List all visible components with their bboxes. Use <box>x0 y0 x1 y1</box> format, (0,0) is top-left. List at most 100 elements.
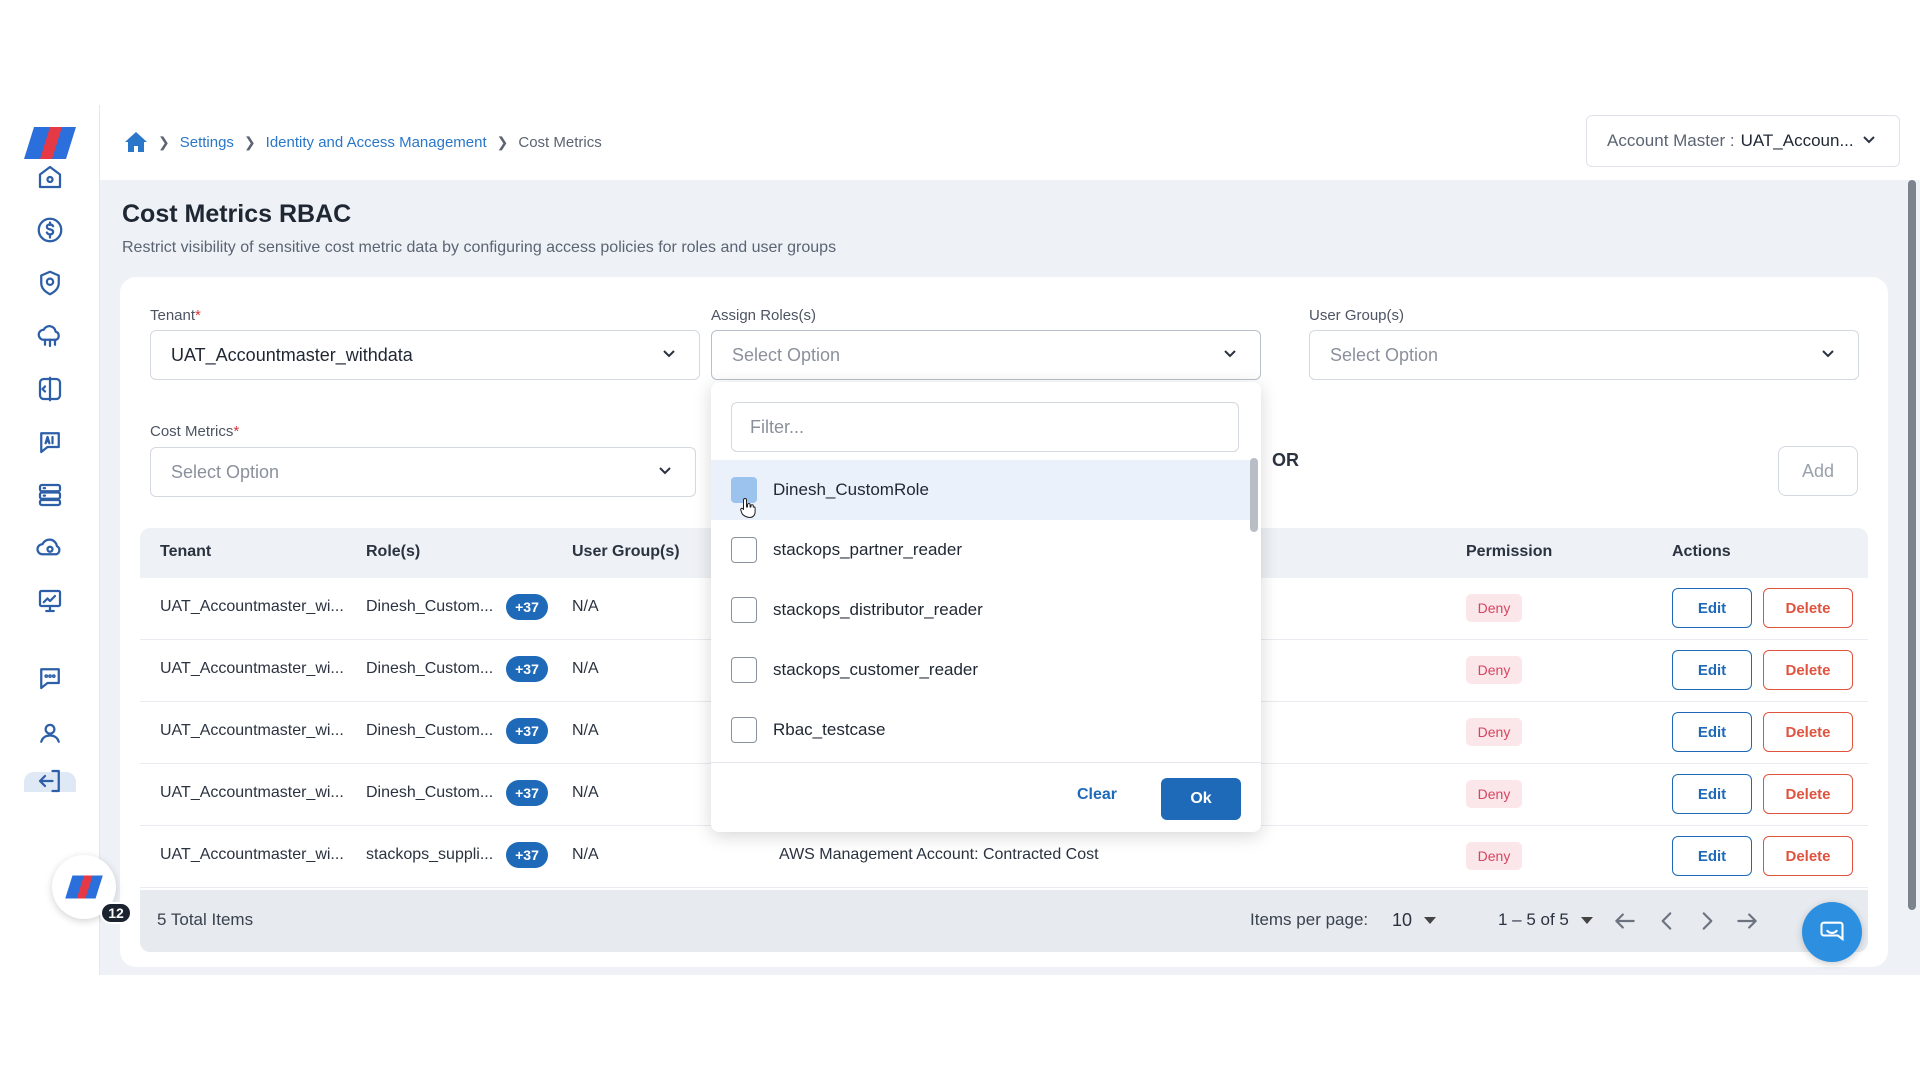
dropdown-divider <box>711 762 1261 763</box>
breadcrumb-current: Cost Metrics <box>518 133 602 151</box>
page-range-select[interactable]: 1 – 5 of 5 <box>1498 910 1593 930</box>
option-checkbox[interactable] <box>731 717 757 743</box>
clear-button[interactable]: Clear <box>1077 786 1117 804</box>
metrics-placeholder: Select Option <box>171 461 280 482</box>
prev-page-icon[interactable] <box>1652 906 1682 936</box>
app-logo[interactable] <box>24 125 76 161</box>
delete-button[interactable]: Delete <box>1763 588 1853 628</box>
chat-launcher-button[interactable] <box>1802 902 1862 962</box>
more-roles-badge[interactable]: +37 <box>506 780 548 806</box>
cell-cost-metric: AWS Management Account: Contracted Cost <box>779 846 1099 863</box>
first-page-icon[interactable] <box>1610 906 1640 936</box>
more-roles-badge[interactable]: +37 <box>506 842 548 868</box>
cloud-network-nav-icon[interactable] <box>34 320 66 352</box>
edit-button[interactable]: Edit <box>1672 712 1752 752</box>
user-groups-select[interactable]: Select Option <box>1309 330 1859 380</box>
home-icon[interactable] <box>124 131 148 153</box>
tenant-select[interactable]: UAT_Accountmaster_withdata <box>150 330 700 380</box>
cloud-settings-nav-icon[interactable] <box>34 532 66 564</box>
permission-badge: Deny <box>1466 594 1522 622</box>
more-roles-badge[interactable]: +37 <box>506 718 548 744</box>
cell-role: Dinesh_Custom... <box>366 598 494 615</box>
more-roles-badge[interactable]: +37 <box>506 656 548 682</box>
role-option-rbac-testcase[interactable]: Rbac_testcase <box>711 700 1251 760</box>
edit-button[interactable]: Edit <box>1672 836 1752 876</box>
page-title: Cost Metrics RBAC <box>122 200 352 228</box>
permission-badge: Deny <box>1466 780 1522 808</box>
chevron-down-icon <box>655 460 675 485</box>
cell-user-group: N/A <box>572 660 599 677</box>
more-roles-badge[interactable]: +37 <box>506 594 548 620</box>
reports-nav-icon[interactable] <box>34 585 66 617</box>
permission-badge: Deny <box>1466 842 1522 870</box>
chat-icon <box>1820 921 1844 942</box>
role-option-partner-reader[interactable]: stackops_partner_reader <box>711 520 1251 580</box>
top-bar: ❯ Settings ❯ Identity and Access Managem… <box>100 105 1920 180</box>
logout-nav-icon[interactable] <box>34 765 66 797</box>
filter-input[interactable] <box>731 402 1239 452</box>
option-checkbox[interactable] <box>731 657 757 683</box>
cell-tenant: UAT_Accountmaster_wi... <box>160 846 344 863</box>
chevron-down-icon <box>659 343 679 368</box>
permission-badge: Deny <box>1466 656 1522 684</box>
cell-role: stackops_suppli... <box>366 846 494 863</box>
roles-select[interactable]: Select Option <box>711 330 1261 380</box>
breadcrumb-settings[interactable]: Settings <box>180 134 234 151</box>
roles-placeholder: Select Option <box>732 344 841 365</box>
next-page-icon[interactable] <box>1692 906 1722 936</box>
header-user-groups[interactable]: User Group(s) <box>572 543 680 561</box>
home-nav-icon[interactable] <box>34 161 66 193</box>
account-selector[interactable]: Account Master : UAT_Accoun... <box>1586 115 1900 167</box>
delete-button[interactable]: Delete <box>1763 836 1853 876</box>
cell-tenant: UAT_Accountmaster_wi... <box>160 598 344 615</box>
items-per-page-label: Items per page: <box>1250 910 1369 929</box>
delete-button[interactable]: Delete <box>1763 774 1853 814</box>
or-separator: OR <box>1272 450 1299 470</box>
cell-tenant: UAT_Accountmaster_wi... <box>160 784 344 801</box>
assistant-logo-icon <box>65 875 103 899</box>
role-option-dinesh-customrole[interactable]: Dinesh_CustomRole <box>711 460 1251 520</box>
cost-metrics-select[interactable]: Select Option <box>150 447 696 497</box>
cell-tenant: UAT_Accountmaster_wi... <box>160 660 344 677</box>
items-per-page-select[interactable]: 10 <box>1392 910 1437 931</box>
option-label: Rbac_testcase <box>773 720 886 739</box>
edit-button[interactable]: Edit <box>1672 588 1752 628</box>
option-checkbox[interactable] <box>731 597 757 623</box>
page-scrollbar[interactable] <box>1908 180 1916 910</box>
page-range: 1 – 5 of 5 <box>1498 910 1569 929</box>
account-value: UAT_Accoun... <box>1740 131 1854 150</box>
option-label: stackops_distributor_reader <box>773 600 983 619</box>
role-option-distributor-reader[interactable]: stackops_distributor_reader <box>711 580 1251 640</box>
roles-dropdown-panel: Dinesh_CustomRole stackops_partner_reade… <box>711 382 1261 832</box>
user-nav-icon[interactable] <box>34 717 66 749</box>
server-nav-icon[interactable] <box>34 479 66 511</box>
dropdown-scroll-thumb[interactable] <box>1250 458 1258 532</box>
delete-button[interactable]: Delete <box>1763 650 1853 690</box>
edit-button[interactable]: Edit <box>1672 774 1752 814</box>
support-chat-nav-icon[interactable] <box>34 662 66 694</box>
delete-button[interactable]: Delete <box>1763 712 1853 752</box>
ai-nav-icon[interactable] <box>34 426 66 458</box>
cost-nav-icon[interactable] <box>34 214 66 246</box>
compare-nav-icon[interactable] <box>34 373 66 405</box>
groups-placeholder: Select Option <box>1330 344 1439 365</box>
role-option-customer-reader[interactable]: stackops_customer_reader <box>711 640 1251 700</box>
header-roles[interactable]: Role(s) <box>366 543 420 561</box>
app-root: ❯ Settings ❯ Identity and Access Managem… <box>0 105 1920 975</box>
header-permission[interactable]: Permission <box>1466 543 1552 561</box>
chevron-right-icon: ❯ <box>158 133 170 150</box>
breadcrumb-iam[interactable]: Identity and Access Management <box>266 134 487 151</box>
option-label: Dinesh_CustomRole <box>773 480 929 499</box>
option-checkbox[interactable] <box>731 537 757 563</box>
dropdown-scrollbar[interactable] <box>1250 458 1258 758</box>
ok-button[interactable]: Ok <box>1161 778 1241 820</box>
add-button[interactable]: Add <box>1778 446 1858 496</box>
cell-user-group: N/A <box>572 598 599 615</box>
shield-nav-icon[interactable] <box>34 267 66 299</box>
cell-role: Dinesh_Custom... <box>366 784 494 801</box>
hand-cursor-icon <box>740 497 756 519</box>
edit-button[interactable]: Edit <box>1672 650 1752 690</box>
last-page-icon[interactable] <box>1732 906 1762 936</box>
header-tenant[interactable]: Tenant <box>160 543 211 561</box>
cost-metrics-label: Cost Metrics* <box>150 423 240 440</box>
